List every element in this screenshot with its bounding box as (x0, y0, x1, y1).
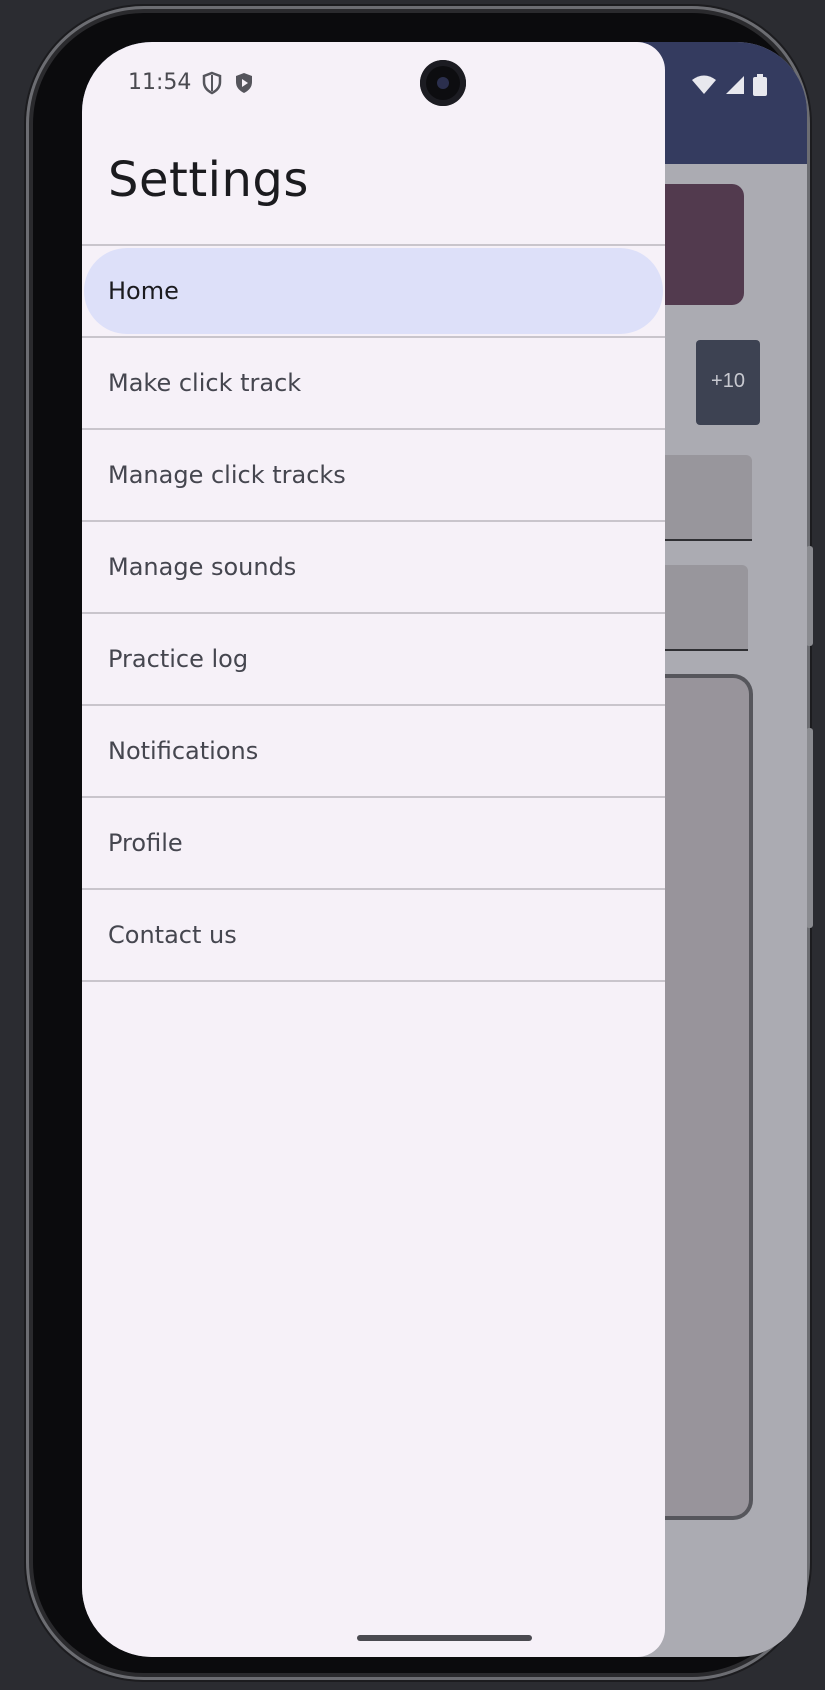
drawer-menu: Home Make click track Manage click track… (82, 244, 665, 982)
menu-item-label: Practice log (108, 645, 249, 673)
menu-item-label: Manage click tracks (108, 461, 346, 489)
menu-item-label: Make click track (108, 369, 302, 397)
menu-item-manage-click-tracks[interactable]: Manage click tracks (82, 430, 665, 520)
menu-item-contact-us[interactable]: Contact us (82, 890, 665, 980)
shield-play-icon (236, 72, 253, 93)
menu-item-label: Contact us (108, 921, 237, 949)
home-indicator[interactable] (357, 1635, 532, 1641)
shield-outline-icon (203, 71, 222, 94)
menu-item-label: Profile (108, 829, 183, 857)
menu-item-label: Home (108, 277, 179, 305)
front-camera (420, 60, 466, 106)
menu-item-home[interactable]: Home (82, 246, 665, 336)
menu-item-notifications[interactable]: Notifications (82, 706, 665, 796)
menu-item-profile[interactable]: Profile (82, 798, 665, 888)
screen: +10 11:54 Settings Home Make click track… (82, 42, 807, 1657)
divider (82, 980, 665, 982)
menu-item-practice-log[interactable]: Practice log (82, 614, 665, 704)
volume-button (806, 546, 813, 646)
menu-item-manage-sounds[interactable]: Manage sounds (82, 522, 665, 612)
menu-item-label: Notifications (108, 737, 259, 765)
status-time: 11:54 (128, 70, 192, 95)
power-button (806, 728, 813, 928)
navigation-drawer: 11:54 Settings Home Make click track Man… (82, 42, 665, 1657)
status-bar-left: 11:54 (128, 70, 255, 95)
menu-item-make-click-track[interactable]: Make click track (82, 338, 665, 428)
menu-item-label: Manage sounds (108, 553, 297, 581)
phone-frame: +10 11:54 Settings Home Make click track… (26, 6, 813, 1680)
drawer-title: Settings (108, 152, 309, 208)
